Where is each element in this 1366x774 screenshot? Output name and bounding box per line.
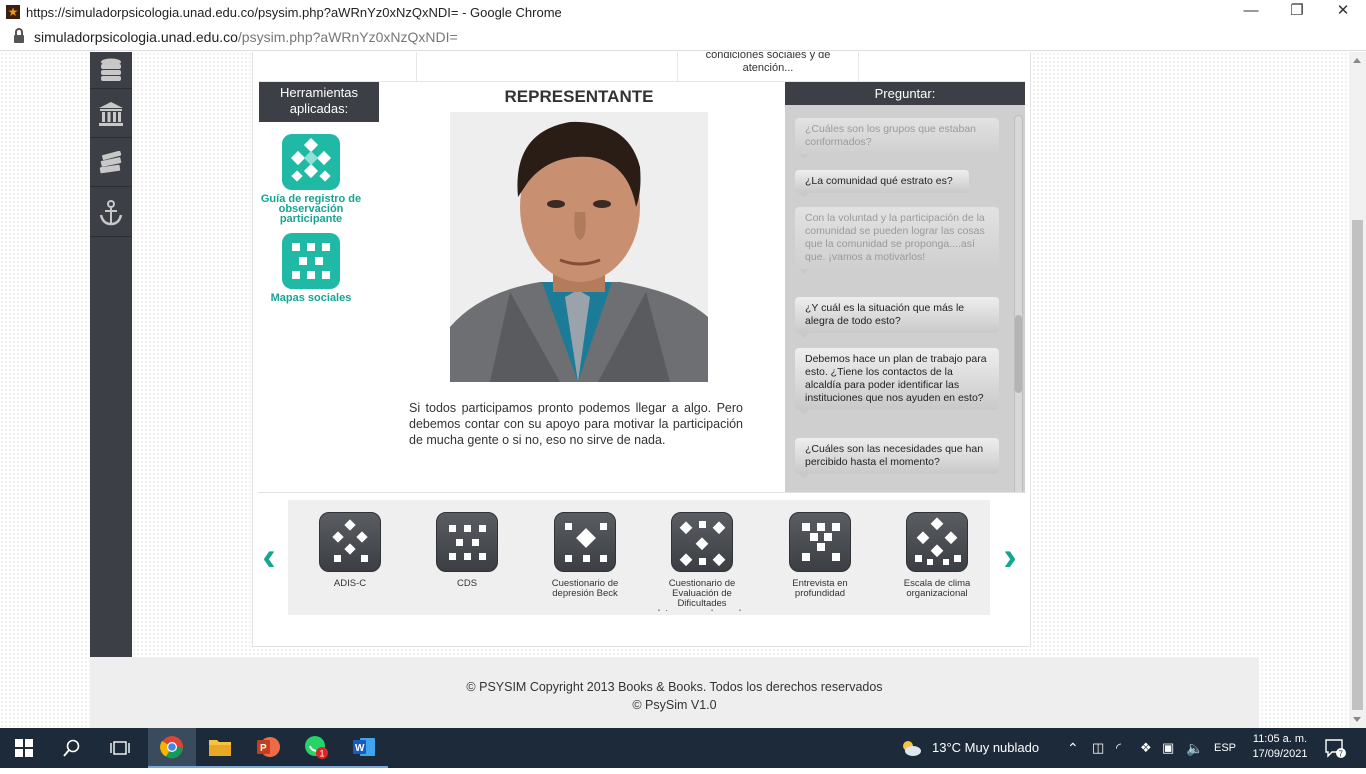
svg-text:7: 7 [1339, 750, 1344, 759]
search-icon[interactable] [48, 728, 96, 768]
anchor-icon[interactable] [90, 189, 132, 237]
footer-version: © PsySim V1.0 [632, 698, 717, 712]
carousel-item-climate[interactable]: Escala de clima organizacional [891, 512, 983, 611]
browser-titlebar: ★ https://simuladorpsicologia.unad.edu.c… [0, 0, 1366, 24]
tool-item-observation-guide[interactable]: Guía de registro de observación particip… [256, 134, 366, 225]
language-indicator[interactable]: ESP [1214, 728, 1236, 768]
carousel-item-interpersonal[interactable]: Cuestionario de Evaluación de Dificultad… [656, 512, 748, 611]
instrument-pattern-icon[interactable] [906, 512, 968, 572]
question-option[interactable]: ¿Cuáles son las necesidades que han perc… [795, 438, 999, 479]
restore-button[interactable]: ❐ [1274, 0, 1320, 24]
carousel-prev-button[interactable]: ‹ [259, 537, 279, 577]
page-scrollbar[interactable] [1349, 52, 1366, 728]
chrome-icon[interactable] [148, 728, 196, 768]
instrument-pattern-icon[interactable] [671, 512, 733, 572]
instrument-carousel: ADIS-C CDS Cuestionario de depresión Bec… [288, 500, 990, 615]
url-path[interactable]: /psysim.php?aWRnYz0xNzQxNDI= [238, 29, 458, 45]
tray-chevron-up-icon[interactable]: ⌃ [1067, 728, 1079, 768]
instrument-pattern-icon[interactable] [554, 512, 616, 572]
question-option[interactable]: ¿La comunidad qué estrato es? [795, 170, 969, 198]
carousel-item-cds[interactable]: CDS [421, 512, 513, 611]
tool-pattern-icon[interactable] [282, 233, 340, 289]
windows-taskbar: P 1 W 13°C Muy nublado ⌃ ◫ ◜ ❖ ▣ 🔈 ESP 1… [0, 728, 1366, 768]
minimize-button[interactable]: — [1228, 0, 1274, 24]
instrument-label[interactable]: ADIS-C [304, 579, 396, 611]
questions-panel[interactable]: ¿Cuáles son los grupos que estaban confo… [785, 105, 1025, 492]
page-scroll-thumb[interactable] [1352, 220, 1363, 710]
tool-item-social-maps[interactable]: Mapas sociales [256, 233, 366, 304]
top-strip: condiciones sociales y de atención... [258, 52, 1026, 82]
representative-title: REPRESENTANTE [504, 87, 654, 106]
questions-scrollbar[interactable] [1014, 115, 1023, 492]
address-bar[interactable]: simuladorpsicologia.unad.edu.co/psysim.p… [0, 24, 1366, 51]
network-wifi-icon[interactable]: ◜ [1116, 728, 1121, 768]
clock[interactable]: 11:05 a. m. 17/09/2021 [1249, 728, 1311, 768]
svg-text:1: 1 [320, 749, 325, 759]
svg-text:W: W [355, 743, 365, 754]
file-explorer-icon[interactable] [196, 728, 244, 768]
questions-scroll-thumb[interactable] [1015, 315, 1022, 393]
scroll-down-icon[interactable] [1353, 717, 1361, 722]
weather-text[interactable]: 13°C Muy nublado [932, 728, 1039, 768]
question-option[interactable]: Debemos hace un plan de trabajo para est… [795, 348, 999, 415]
whatsapp-icon[interactable]: 1 [292, 728, 340, 768]
powerpoint-icon[interactable]: P [244, 728, 292, 768]
instrument-label[interactable]: CDS [421, 579, 513, 611]
lock-icon[interactable] [14, 27, 24, 43]
carousel-item-adis-c[interactable]: ADIS-C [304, 512, 396, 611]
page-viewport: condiciones sociales y de atención... He… [0, 52, 1349, 728]
url-host[interactable]: simuladorpsicologia.unad.edu.co [34, 29, 238, 45]
tool-label[interactable]: Mapas sociales [256, 293, 366, 304]
clock-time: 11:05 a. m. [1252, 733, 1308, 745]
representative-reply: Si todos participamos pronto podemos lle… [409, 401, 743, 447]
start-windows-icon[interactable] [0, 728, 48, 768]
simulation-card: condiciones sociales y de atención... He… [252, 52, 1031, 647]
close-button[interactable]: ✕ [1320, 0, 1366, 24]
notifications-icon[interactable]: 7 [1324, 728, 1348, 768]
tools-heading: Herramientas aplicadas: [259, 82, 379, 122]
footer-copyright: © PSYSIM Copyright 2013 Books & Books. T… [466, 680, 883, 694]
instrument-label[interactable]: Cuestionario de Evaluación de Dificultad… [656, 579, 748, 611]
word-icon[interactable]: W [340, 728, 388, 768]
scroll-up-icon[interactable] [1353, 58, 1361, 63]
window-title: https://simuladorpsicologia.unad.edu.co/… [26, 4, 562, 20]
instrument-pattern-icon[interactable] [789, 512, 851, 572]
task-view-icon[interactable] [96, 728, 144, 768]
top-strip-text: condiciones sociales y de atención... [705, 52, 831, 74]
left-sidebar [90, 52, 132, 657]
carousel-item-interview[interactable]: Entrevista en profundidad [774, 512, 866, 611]
volume-icon[interactable]: 🔈 [1186, 728, 1203, 768]
questions-heading: Preguntar: [785, 82, 1025, 105]
instrument-label[interactable]: Entrevista en profundidad [774, 579, 866, 611]
institution-icon[interactable] [90, 90, 132, 138]
tray-monitor-icon[interactable]: ▣ [1162, 728, 1174, 768]
representative-avatar [450, 112, 708, 382]
question-option[interactable]: Con la voluntad y la participación de la… [795, 207, 999, 274]
site-favicon-icon: ★ [6, 5, 20, 19]
instrument-label[interactable]: Escala de clima organizacional [891, 579, 983, 611]
tool-label[interactable]: Guía de registro de observación particip… [256, 194, 366, 225]
tray-camera-icon[interactable]: ◫ [1092, 728, 1104, 768]
carousel-item-beck[interactable]: Cuestionario de depresión Beck [539, 512, 631, 611]
dropbox-icon[interactable]: ❖ [1140, 728, 1152, 768]
clock-date: 17/09/2021 [1252, 748, 1308, 760]
tool-pattern-icon[interactable] [282, 134, 340, 190]
instrument-label[interactable]: Cuestionario de depresión Beck [539, 579, 631, 611]
instrument-pattern-icon[interactable] [436, 512, 498, 572]
question-option[interactable]: ¿Cuáles son los grupos que estaban confo… [795, 118, 999, 159]
svg-text:P: P [260, 743, 267, 754]
books-icon[interactable] [90, 139, 132, 187]
page-footer: © PSYSIM Copyright 2013 Books & Books. T… [90, 657, 1259, 728]
weather-cloud-icon[interactable] [900, 728, 924, 768]
database-icon[interactable] [90, 52, 132, 89]
question-option[interactable]: ¿Y cuál es la situación que más le alegr… [795, 297, 999, 338]
carousel-next-button[interactable]: › [1000, 537, 1020, 577]
instrument-pattern-icon[interactable] [319, 512, 381, 572]
